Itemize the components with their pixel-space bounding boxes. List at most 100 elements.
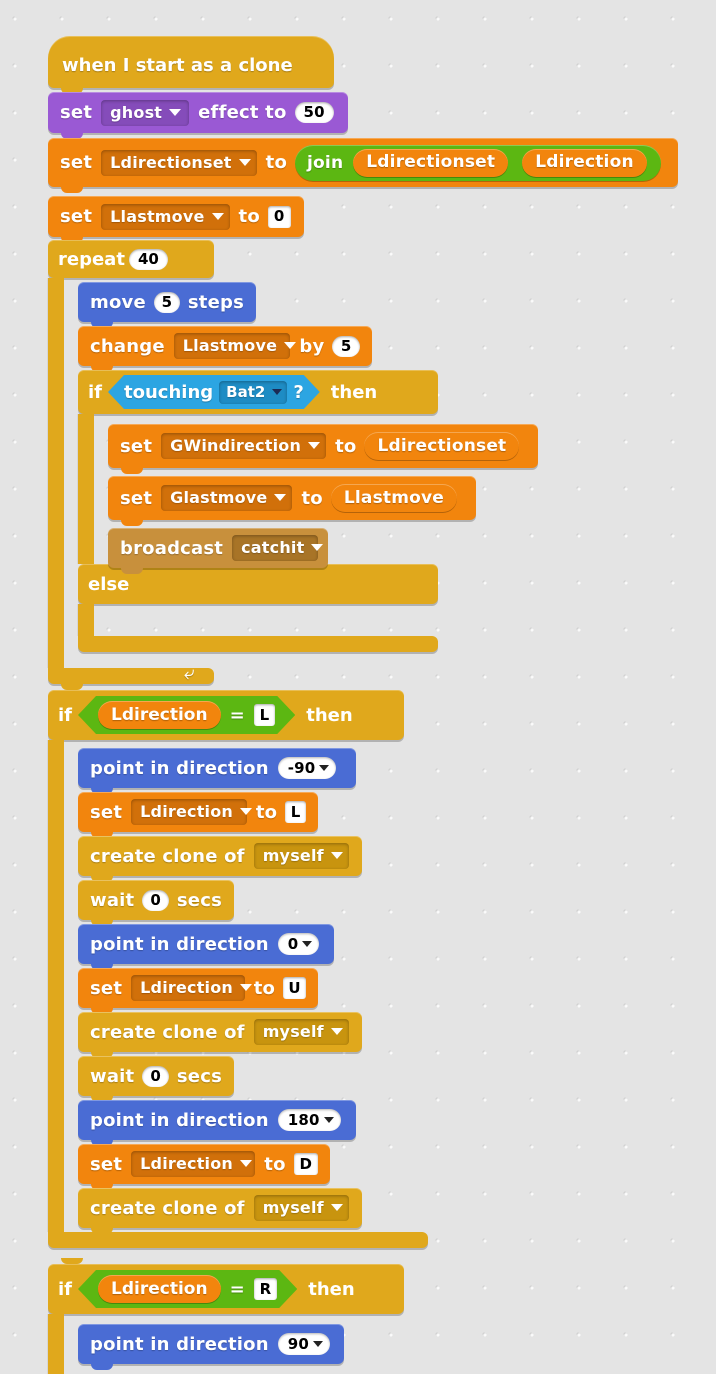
block-point-in-direction-180[interactable]: point in direction 180: [78, 1100, 356, 1140]
equals-left-operand[interactable]: Ldirection: [98, 701, 221, 729]
touching-label: touching: [124, 381, 214, 403]
chevron-down-icon: [169, 108, 182, 116]
ldirection-variable-dropdown[interactable]: Ldirection: [131, 975, 253, 1001]
gwindirection-variable-dropdown[interactable]: GWindirection: [161, 433, 327, 459]
equals-left-operand[interactable]: Ldirection: [98, 1275, 221, 1303]
block-set-gwindirection[interactable]: set GWindirection to Ldirectionset: [108, 424, 538, 468]
secs-label: secs: [176, 889, 222, 911]
gwindirection-value-reporter[interactable]: Ldirectionset: [364, 432, 520, 460]
direction-dropdown[interactable]: -90: [277, 757, 337, 779]
ldirection-variable-value: Ldirection: [140, 1154, 234, 1173]
change-amount-input[interactable]: 5: [332, 335, 360, 357]
clone-target-dropdown[interactable]: myself: [253, 1019, 349, 1045]
equals-operator-block[interactable]: Ldirection = R: [78, 1270, 297, 1308]
chevron-down-icon: [311, 544, 324, 551]
wait-seconds-input[interactable]: 0: [142, 889, 169, 911]
to-label: to: [238, 206, 260, 227]
if-left-header[interactable]: if Ldirection = L then: [48, 690, 404, 740]
block-wait-2[interactable]: wait 0 secs: [78, 1056, 234, 1096]
if-right-wall: [48, 1314, 64, 1374]
if-keyword: if: [58, 1278, 73, 1300]
block-point-in-direction-0[interactable]: point in direction 0: [78, 924, 334, 964]
block-create-clone-1[interactable]: create clone of myself: [78, 836, 362, 876]
create-clone-3-bottom-notch: [91, 1228, 113, 1234]
block-point-in-direction-neg90[interactable]: point in direction -90: [78, 748, 356, 788]
direction-dropdown[interactable]: 0: [277, 933, 320, 955]
ldirectionset-variable-value: Ldirectionset: [110, 152, 232, 172]
block-change-llastmove[interactable]: change Llastmove by 5: [78, 326, 372, 366]
block-set-ghost-effect[interactable]: set ghost effect to 50: [48, 92, 348, 133]
block-set-glastmove[interactable]: set Glastmove to Llastmove: [108, 476, 476, 520]
block-wait-1[interactable]: wait 0 secs: [78, 880, 234, 920]
if-right-header[interactable]: if Ldirection = R then: [48, 1264, 404, 1314]
to-label: to: [253, 977, 276, 999]
chevron-down-icon: [313, 1340, 324, 1347]
script-canvas[interactable]: when I start as a clone set ghost effect…: [0, 0, 716, 1374]
join-arg-2[interactable]: Ldirection: [522, 148, 647, 177]
gwindirection-variable-value: GWindirection: [170, 436, 302, 455]
block-set-ldirection-d[interactable]: set Ldirection to D: [78, 1144, 330, 1184]
ldirectionset-variable-dropdown[interactable]: Ldirectionset: [101, 149, 257, 176]
set-gwindirection-bottom-notch: [121, 468, 143, 474]
to-label: to: [264, 1153, 286, 1175]
point-label: point in direction: [90, 1333, 269, 1355]
ldirection-value-input[interactable]: U: [283, 977, 306, 999]
touching-boolean-block[interactable]: touching Bat2 ?: [108, 375, 320, 409]
block-set-ldirection-l[interactable]: set Ldirection to L: [78, 792, 318, 832]
else-keyword: else: [88, 573, 130, 595]
block-create-clone-2[interactable]: create clone of myself: [78, 1012, 362, 1052]
block-broadcast-catchit[interactable]: broadcast catchit: [108, 528, 328, 568]
chevron-down-icon: [319, 764, 330, 771]
secs-label: secs: [176, 1065, 222, 1087]
move-steps-input[interactable]: 5: [153, 291, 180, 313]
direction-dropdown[interactable]: 90: [277, 1333, 331, 1355]
join-arg-1[interactable]: Ldirectionset: [353, 148, 509, 177]
ghost-value-input[interactable]: 50: [294, 102, 334, 123]
llastmove-variable-dropdown[interactable]: Llastmove: [101, 203, 230, 230]
clone-target-dropdown[interactable]: myself: [253, 843, 349, 869]
change-variable-dropdown[interactable]: Llastmove: [173, 333, 297, 359]
llastmove-value-input[interactable]: 0: [267, 205, 291, 228]
join-operator-block[interactable]: join Ldirectionset Ldirection: [295, 144, 661, 181]
equals-right-operand[interactable]: L: [254, 704, 276, 726]
ldirection-variable-dropdown[interactable]: Ldirection: [131, 799, 253, 825]
wait-seconds-input[interactable]: 0: [142, 1065, 169, 1087]
set-keyword: set: [90, 1153, 123, 1175]
glastmove-variable-value: Glastmove: [170, 488, 268, 507]
broadcast-bottom-notch: [121, 568, 143, 574]
repeat-left-wall: [48, 278, 64, 668]
if-touching-header[interactable]: if touching Bat2 ? then: [78, 370, 438, 414]
broadcast-message-value: catchit: [241, 538, 305, 557]
set-keyword: set: [90, 801, 123, 823]
ldirection-value-input[interactable]: L: [285, 801, 306, 823]
repeat-header[interactable]: repeat 40: [48, 240, 214, 278]
block-set-llastmove[interactable]: set Llastmove to 0: [48, 196, 304, 237]
direction-dropdown[interactable]: 180: [277, 1109, 341, 1131]
block-move-steps[interactable]: move 5 steps: [78, 282, 256, 322]
clone-target-dropdown[interactable]: myself: [253, 1195, 349, 1221]
set-keyword: set: [60, 102, 93, 123]
ldirection-value-input[interactable]: D: [293, 1153, 318, 1175]
equals-operator-block[interactable]: Ldirection = L: [78, 696, 295, 734]
touching-question-mark: ?: [293, 381, 304, 403]
clone-target-value: myself: [262, 846, 324, 865]
repeat-times-input[interactable]: 40: [128, 248, 168, 270]
touching-target-dropdown[interactable]: Bat2: [219, 381, 287, 404]
block-create-clone-3[interactable]: create clone of myself: [78, 1188, 362, 1228]
block-when-i-start-as-a-clone[interactable]: when I start as a clone: [48, 36, 334, 88]
chevron-down-icon: [240, 1160, 253, 1167]
chevron-down-icon: [302, 940, 313, 947]
if-keyword: if: [58, 704, 73, 726]
equals-right-operand[interactable]: R: [254, 1278, 278, 1300]
ghost-effect-dropdown[interactable]: ghost: [101, 99, 190, 126]
broadcast-message-dropdown[interactable]: catchit: [232, 535, 324, 561]
glastmove-variable-dropdown[interactable]: Glastmove: [161, 485, 293, 511]
if-touching-footer: [78, 636, 438, 652]
glastmove-value-reporter[interactable]: Llastmove: [330, 484, 458, 512]
block-point-in-direction-90[interactable]: point in direction 90: [78, 1324, 344, 1364]
block-set-ldirection-u[interactable]: set Ldirection to U: [78, 968, 318, 1008]
point-label: point in direction: [90, 933, 269, 955]
create-clone-label: create clone of: [90, 1021, 245, 1043]
ldirection-variable-dropdown[interactable]: Ldirection: [131, 1151, 256, 1177]
block-set-ldirectionset[interactable]: set Ldirectionset to join Ldirectionset …: [48, 138, 678, 187]
